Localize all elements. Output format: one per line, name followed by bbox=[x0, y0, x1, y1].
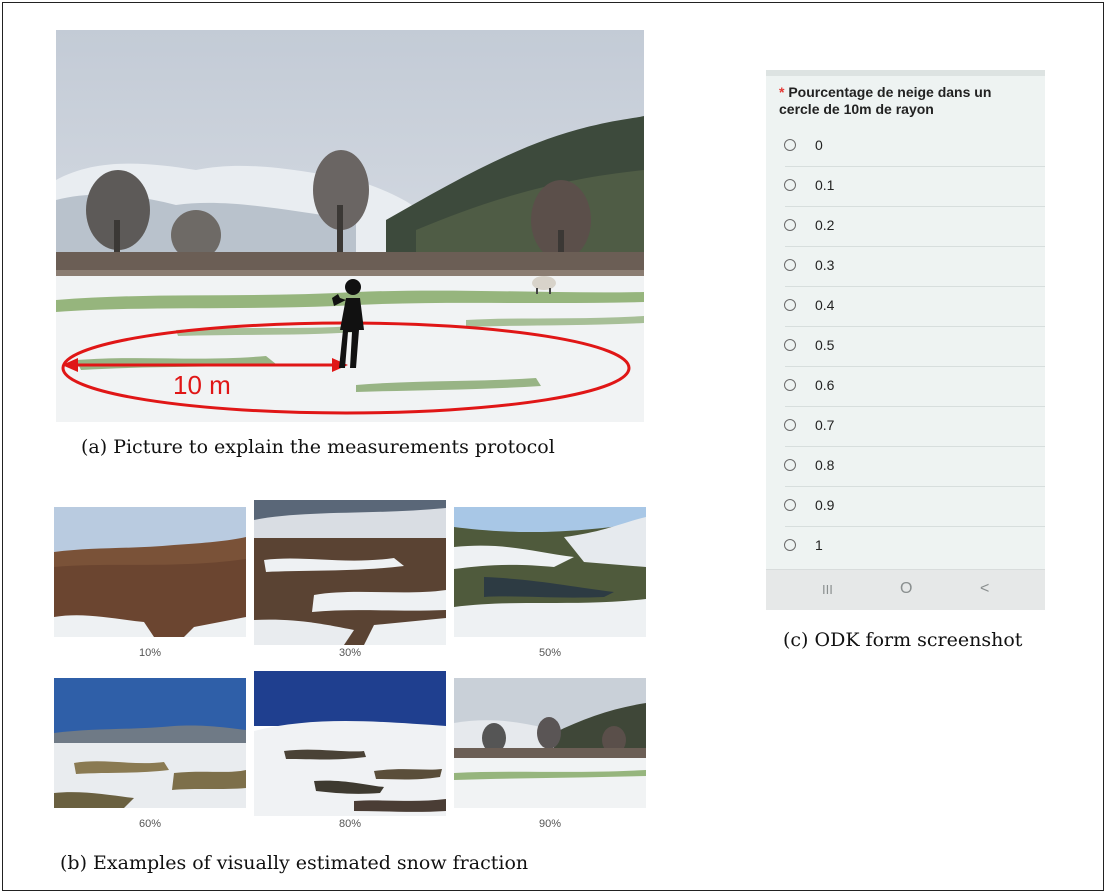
radio-icon[interactable] bbox=[784, 339, 796, 351]
thumbnail-label: 30% bbox=[338, 647, 362, 659]
option-label: 1 bbox=[815, 537, 823, 553]
recent-apps-icon[interactable]: III bbox=[822, 582, 833, 597]
thumbnail-30 bbox=[254, 500, 446, 645]
home-icon[interactable]: O bbox=[900, 580, 912, 598]
option-row[interactable]: 0.1 bbox=[766, 167, 1045, 207]
radio-icon[interactable] bbox=[784, 179, 796, 191]
option-row[interactable]: 0.2 bbox=[766, 207, 1045, 247]
radio-icon[interactable] bbox=[784, 499, 796, 511]
radio-icon[interactable] bbox=[784, 259, 796, 271]
option-row[interactable]: 0.4 bbox=[766, 287, 1045, 327]
option-label: 0.2 bbox=[815, 217, 835, 233]
option-row[interactable]: 0.9 bbox=[766, 487, 1045, 527]
radio-icon[interactable] bbox=[784, 379, 796, 391]
option-row[interactable]: 0.3 bbox=[766, 247, 1045, 287]
radio-icon[interactable] bbox=[784, 139, 796, 151]
option-row[interactable]: 0.5 bbox=[766, 327, 1045, 367]
question-label: * Pourcentage de neige dans un cercle de… bbox=[779, 84, 1034, 118]
back-icon[interactable]: < bbox=[980, 580, 989, 598]
option-label: 0 bbox=[815, 137, 823, 153]
odk-form-screenshot: * Pourcentage de neige dans un cercle de… bbox=[766, 70, 1045, 610]
radio-icon[interactable] bbox=[784, 299, 796, 311]
option-label: 0.5 bbox=[815, 337, 835, 353]
radio-icon[interactable] bbox=[784, 459, 796, 471]
option-row[interactable]: 0 bbox=[766, 127, 1045, 167]
status-strip bbox=[766, 70, 1045, 76]
option-row[interactable]: 1 bbox=[766, 527, 1045, 567]
radio-icon[interactable] bbox=[784, 219, 796, 231]
thumbnail-label: 90% bbox=[538, 818, 562, 830]
option-label: 0.8 bbox=[815, 457, 835, 473]
radio-icon[interactable] bbox=[784, 419, 796, 431]
android-nav-bar: III O < bbox=[766, 569, 1045, 610]
protocol-photo: 10 m bbox=[56, 30, 644, 422]
caption-c: (c) ODK form screenshot bbox=[783, 629, 1023, 651]
thumbnail-label: 60% bbox=[138, 818, 162, 830]
option-row[interactable]: 0.8 bbox=[766, 447, 1045, 487]
option-label: 0.4 bbox=[815, 297, 835, 313]
thumbnail-label: 50% bbox=[538, 647, 562, 659]
thumbnail-90 bbox=[454, 678, 646, 808]
required-marker: * bbox=[779, 84, 785, 100]
thumbnail-label: 10% bbox=[138, 647, 162, 659]
thumbnail-label: 80% bbox=[338, 818, 362, 830]
thumbnail-80 bbox=[254, 671, 446, 816]
figure-frame: 10 m (a) Picture to explain the measurem… bbox=[2, 2, 1104, 891]
caption-b: (b) Examples of visually estimated snow … bbox=[60, 852, 529, 874]
option-label: 0.1 bbox=[815, 177, 835, 193]
caption-a: (a) Picture to explain the measurements … bbox=[81, 436, 555, 458]
option-row[interactable]: 0.7 bbox=[766, 407, 1045, 447]
option-label: 0.7 bbox=[815, 417, 835, 433]
thumbnail-50 bbox=[454, 507, 646, 637]
thumbnail-10 bbox=[54, 507, 246, 637]
thumbnail-60 bbox=[54, 678, 246, 808]
scale-label: 10 m bbox=[173, 370, 231, 400]
option-label: 0.9 bbox=[815, 497, 835, 513]
option-label: 0.6 bbox=[815, 377, 835, 393]
radio-icon[interactable] bbox=[784, 539, 796, 551]
option-row[interactable]: 0.6 bbox=[766, 367, 1045, 407]
question-text: Pourcentage de neige dans un cercle de 1… bbox=[779, 84, 992, 117]
option-label: 0.3 bbox=[815, 257, 835, 273]
